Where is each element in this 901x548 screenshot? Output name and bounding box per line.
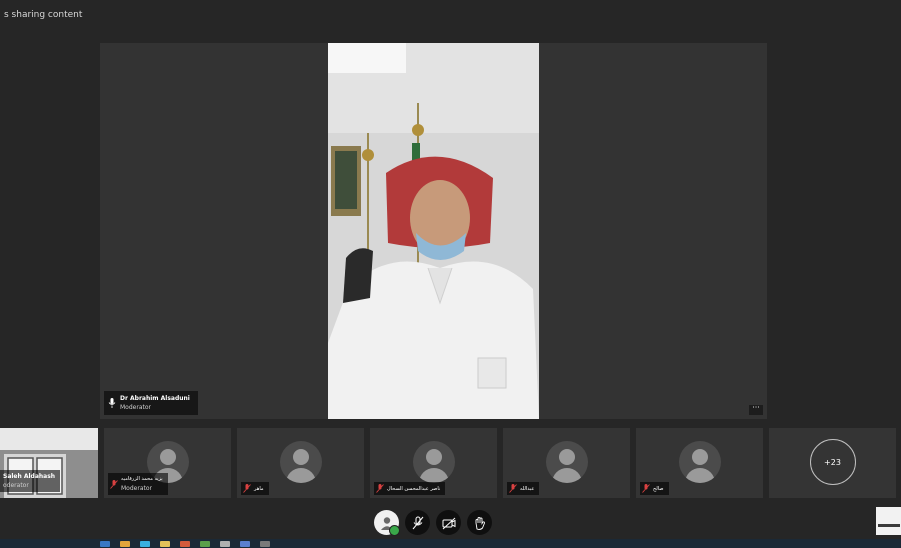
- presenter-video-image: [328, 43, 539, 419]
- participant-name-tag: بزيه محمد الزرقاميه Moderator: [108, 473, 168, 495]
- taskbar-app-icon[interactable]: [240, 540, 250, 547]
- call-toolbar: [374, 510, 492, 536]
- participant-tile[interactable]: Saleh Aldahash oderator: [0, 428, 98, 498]
- taskbar-app-icon[interactable]: [120, 540, 130, 547]
- presenter-name-tag: Dr Abrahim Alsaduni Moderator: [104, 391, 198, 415]
- microphone-muted-icon: [509, 484, 517, 493]
- participant-name: ناصر عبدالمحسن السحال: [387, 485, 441, 492]
- status-text: s sharing content: [4, 10, 83, 20]
- taskbar-app-icon[interactable]: [200, 540, 210, 547]
- taskbar-app-icon[interactable]: [100, 540, 110, 547]
- ellipsis-icon: ···: [752, 403, 760, 412]
- online-status-dot: [389, 525, 400, 536]
- participant-role: Moderator: [121, 485, 152, 492]
- more-participants-count[interactable]: +23: [809, 439, 856, 485]
- participant-name-tag: ناصر عبدالمحسن السحال: [374, 482, 446, 495]
- participant-name: ماهر: [254, 485, 264, 492]
- camera-off-icon: [442, 517, 455, 529]
- participant-tile[interactable]: ماهر: [237, 428, 364, 498]
- raise-hand-button[interactable]: [467, 510, 492, 535]
- mute-button[interactable]: [405, 510, 430, 535]
- microphone-muted-icon: [412, 516, 423, 529]
- more-options-button[interactable]: ···: [749, 403, 763, 415]
- user-icon: [545, 441, 588, 483]
- camera-button[interactable]: [436, 510, 461, 535]
- taskbar-app-icon[interactable]: [180, 540, 190, 547]
- microphone-muted-icon: [376, 484, 384, 493]
- taskbar-app-icon[interactable]: [140, 540, 150, 547]
- user-icon: [279, 441, 322, 483]
- presenter-video: [328, 43, 539, 419]
- profile-button[interactable]: [374, 510, 400, 536]
- participant-name: Saleh Aldahash: [3, 473, 56, 480]
- participant-name: بزيه محمد الزرقاميه: [121, 476, 163, 482]
- participant-strip: Saleh Aldahash oderator بزيه محمد الزرقا…: [0, 428, 901, 498]
- taskbar-app-icon[interactable]: [160, 540, 170, 547]
- main-video-stage: Dr Abrahim Alsaduni Moderator ···: [100, 43, 767, 419]
- taskbar-app-icon[interactable]: [220, 540, 230, 547]
- microphone-muted-icon: [642, 484, 650, 493]
- participant-name-tag: ماهر: [241, 482, 269, 495]
- participant-name-tag: صالح: [640, 482, 669, 495]
- more-participants-tile[interactable]: +23: [769, 428, 896, 498]
- participant-tile[interactable]: بزيه محمد الزرقاميه Moderator: [104, 428, 231, 498]
- user-icon: [678, 441, 721, 483]
- participant-tile[interactable]: صالح: [636, 428, 763, 498]
- participant-role: oderator: [3, 482, 29, 489]
- taskbar-app-icon[interactable]: [260, 540, 270, 547]
- presenter-name: Dr Abrahim Alsaduni: [120, 395, 190, 402]
- presenter-role: Moderator: [120, 404, 151, 411]
- microphone-muted-icon: [243, 484, 251, 493]
- participant-tile[interactable]: ناصر عبدالمحسن السحال: [370, 428, 497, 498]
- microphone-muted-icon: [110, 479, 118, 489]
- participant-name-tag: Saleh Aldahash oderator: [0, 470, 61, 492]
- microphone-icon: [108, 398, 116, 408]
- participant-tile[interactable]: عبدالله: [503, 428, 630, 498]
- participant-name: صالح: [653, 485, 664, 492]
- hand-icon: [475, 516, 485, 530]
- os-taskbar: [0, 539, 901, 548]
- participant-name-tag: عبدالله: [507, 482, 540, 495]
- self-preview-thumbnail[interactable]: [876, 507, 901, 535]
- user-icon: [412, 441, 455, 483]
- participant-name: عبدالله: [520, 485, 535, 492]
